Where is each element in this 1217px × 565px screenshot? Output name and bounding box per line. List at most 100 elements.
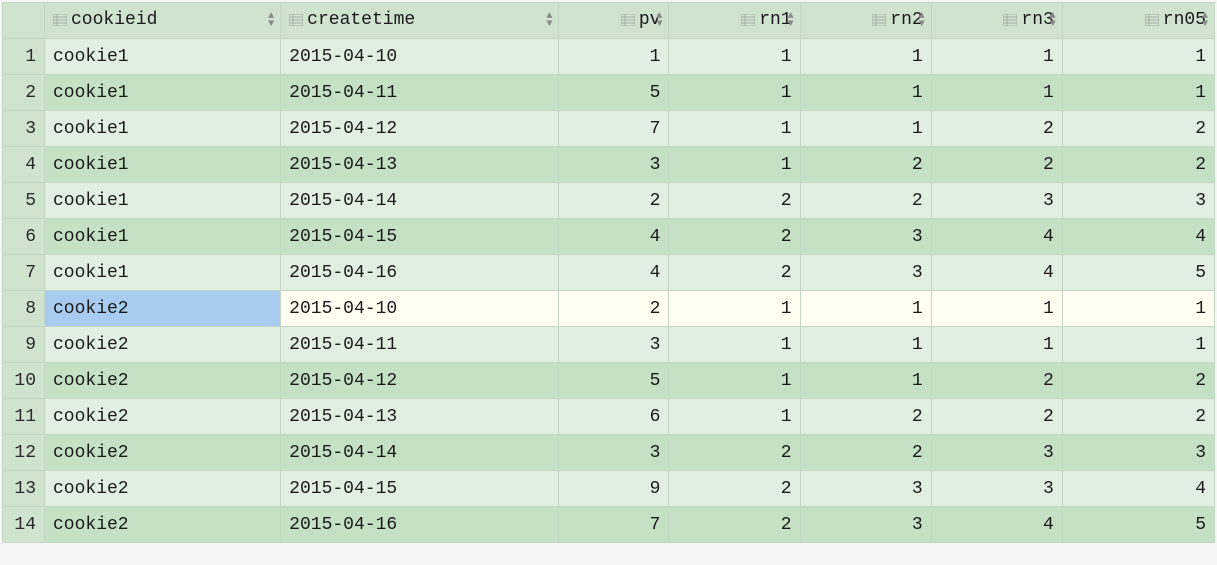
table-row[interactable]: 3cookie12015-04-1271122 bbox=[3, 111, 1215, 147]
cell-rn05[interactable]: 2 bbox=[1062, 147, 1214, 183]
cell-rn1[interactable]: 2 bbox=[669, 471, 800, 507]
data-grid[interactable]: cookieid▲▼createtime▲▼pv▲▼rn1▲▼rn2▲▼rn3▲… bbox=[2, 2, 1215, 543]
cell-rn2[interactable]: 2 bbox=[800, 183, 931, 219]
cell-rn05[interactable]: 5 bbox=[1062, 255, 1214, 291]
sort-icon[interactable]: ▲▼ bbox=[268, 13, 274, 29]
cell-rn2[interactable]: 1 bbox=[800, 111, 931, 147]
column-header-rn3[interactable]: rn3▲▼ bbox=[931, 3, 1062, 39]
table-row[interactable]: 13cookie22015-04-1592334 bbox=[3, 471, 1215, 507]
cell-createtime[interactable]: 2015-04-11 bbox=[281, 327, 559, 363]
cell-rn05[interactable]: 1 bbox=[1062, 75, 1214, 111]
cell-rn1[interactable]: 1 bbox=[669, 147, 800, 183]
cell-createtime[interactable]: 2015-04-12 bbox=[281, 363, 559, 399]
cell-rn2[interactable]: 1 bbox=[800, 363, 931, 399]
cell-cookieid[interactable]: cookie2 bbox=[45, 363, 281, 399]
cell-cookieid[interactable]: cookie1 bbox=[45, 111, 281, 147]
cell-rn3[interactable]: 4 bbox=[931, 219, 1062, 255]
row-number[interactable]: 14 bbox=[3, 507, 45, 543]
cell-rn05[interactable]: 3 bbox=[1062, 183, 1214, 219]
cell-cookieid[interactable]: cookie2 bbox=[45, 471, 281, 507]
row-number-header[interactable] bbox=[3, 3, 45, 39]
cell-createtime[interactable]: 2015-04-16 bbox=[281, 255, 559, 291]
cell-rn3[interactable]: 1 bbox=[931, 327, 1062, 363]
cell-cookieid[interactable]: cookie1 bbox=[45, 255, 281, 291]
cell-rn05[interactable]: 1 bbox=[1062, 39, 1214, 75]
column-header-rn2[interactable]: rn2▲▼ bbox=[800, 3, 931, 39]
cell-cookieid[interactable]: cookie1 bbox=[45, 75, 281, 111]
cell-rn3[interactable]: 2 bbox=[931, 147, 1062, 183]
table-row[interactable]: 4cookie12015-04-1331222 bbox=[3, 147, 1215, 183]
sort-icon[interactable]: ▲▼ bbox=[1202, 13, 1208, 29]
cell-cookieid[interactable]: cookie2 bbox=[45, 399, 281, 435]
cell-rn05[interactable]: 4 bbox=[1062, 471, 1214, 507]
row-number[interactable]: 13 bbox=[3, 471, 45, 507]
cell-cookieid[interactable]: cookie1 bbox=[45, 147, 281, 183]
cell-createtime[interactable]: 2015-04-10 bbox=[281, 291, 559, 327]
column-header-rn1[interactable]: rn1▲▼ bbox=[669, 3, 800, 39]
cell-rn3[interactable]: 2 bbox=[931, 399, 1062, 435]
cell-rn3[interactable]: 3 bbox=[931, 183, 1062, 219]
cell-rn1[interactable]: 1 bbox=[669, 291, 800, 327]
cell-pv[interactable]: 6 bbox=[559, 399, 669, 435]
cell-rn2[interactable]: 3 bbox=[800, 471, 931, 507]
cell-pv[interactable]: 2 bbox=[559, 183, 669, 219]
cell-createtime[interactable]: 2015-04-15 bbox=[281, 471, 559, 507]
cell-rn3[interactable]: 4 bbox=[931, 507, 1062, 543]
table-row[interactable]: 8cookie22015-04-1021111 bbox=[3, 291, 1215, 327]
table-row[interactable]: 6cookie12015-04-1542344 bbox=[3, 219, 1215, 255]
column-header-createtime[interactable]: createtime▲▼ bbox=[281, 3, 559, 39]
cell-rn1[interactable]: 1 bbox=[669, 399, 800, 435]
cell-createtime[interactable]: 2015-04-13 bbox=[281, 399, 559, 435]
cell-rn3[interactable]: 3 bbox=[931, 471, 1062, 507]
row-number[interactable]: 7 bbox=[3, 255, 45, 291]
sort-icon[interactable]: ▲▼ bbox=[546, 13, 552, 29]
column-header-rn05[interactable]: rn05▲▼ bbox=[1062, 3, 1214, 39]
cell-rn05[interactable]: 2 bbox=[1062, 111, 1214, 147]
cell-cookieid[interactable]: cookie2 bbox=[45, 327, 281, 363]
table-row[interactable]: 10cookie22015-04-1251122 bbox=[3, 363, 1215, 399]
cell-rn2[interactable]: 1 bbox=[800, 75, 931, 111]
sort-icon[interactable]: ▲▼ bbox=[656, 13, 662, 29]
table-row[interactable]: 2cookie12015-04-1151111 bbox=[3, 75, 1215, 111]
cell-createtime[interactable]: 2015-04-11 bbox=[281, 75, 559, 111]
row-number[interactable]: 5 bbox=[3, 183, 45, 219]
column-header-pv[interactable]: pv▲▼ bbox=[559, 3, 669, 39]
cell-rn3[interactable]: 4 bbox=[931, 255, 1062, 291]
cell-rn3[interactable]: 2 bbox=[931, 111, 1062, 147]
sort-icon[interactable]: ▲▼ bbox=[788, 13, 794, 29]
cell-rn1[interactable]: 2 bbox=[669, 255, 800, 291]
cell-pv[interactable]: 7 bbox=[559, 507, 669, 543]
cell-rn05[interactable]: 5 bbox=[1062, 507, 1214, 543]
cell-pv[interactable]: 3 bbox=[559, 147, 669, 183]
cell-rn3[interactable]: 1 bbox=[931, 39, 1062, 75]
cell-rn2[interactable]: 1 bbox=[800, 327, 931, 363]
cell-rn2[interactable]: 3 bbox=[800, 507, 931, 543]
cell-rn2[interactable]: 2 bbox=[800, 435, 931, 471]
cell-rn3[interactable]: 1 bbox=[931, 75, 1062, 111]
cell-cookieid[interactable]: cookie2 bbox=[45, 291, 281, 327]
row-number[interactable]: 4 bbox=[3, 147, 45, 183]
row-number[interactable]: 12 bbox=[3, 435, 45, 471]
cell-pv[interactable]: 5 bbox=[559, 75, 669, 111]
cell-pv[interactable]: 4 bbox=[559, 255, 669, 291]
cell-pv[interactable]: 7 bbox=[559, 111, 669, 147]
cell-rn05[interactable]: 3 bbox=[1062, 435, 1214, 471]
cell-rn2[interactable]: 3 bbox=[800, 219, 931, 255]
table-row[interactable]: 5cookie12015-04-1422233 bbox=[3, 183, 1215, 219]
table-row[interactable]: 9cookie22015-04-1131111 bbox=[3, 327, 1215, 363]
cell-createtime[interactable]: 2015-04-10 bbox=[281, 39, 559, 75]
cell-rn3[interactable]: 3 bbox=[931, 435, 1062, 471]
cell-rn05[interactable]: 2 bbox=[1062, 363, 1214, 399]
cell-rn2[interactable]: 3 bbox=[800, 255, 931, 291]
table-row[interactable]: 1cookie12015-04-1011111 bbox=[3, 39, 1215, 75]
cell-pv[interactable]: 1 bbox=[559, 39, 669, 75]
cell-pv[interactable]: 2 bbox=[559, 291, 669, 327]
cell-pv[interactable]: 4 bbox=[559, 219, 669, 255]
table-row[interactable]: 14cookie22015-04-1672345 bbox=[3, 507, 1215, 543]
cell-rn1[interactable]: 1 bbox=[669, 363, 800, 399]
cell-createtime[interactable]: 2015-04-13 bbox=[281, 147, 559, 183]
cell-createtime[interactable]: 2015-04-15 bbox=[281, 219, 559, 255]
cell-rn2[interactable]: 1 bbox=[800, 291, 931, 327]
cell-rn2[interactable]: 2 bbox=[800, 147, 931, 183]
row-number[interactable]: 6 bbox=[3, 219, 45, 255]
